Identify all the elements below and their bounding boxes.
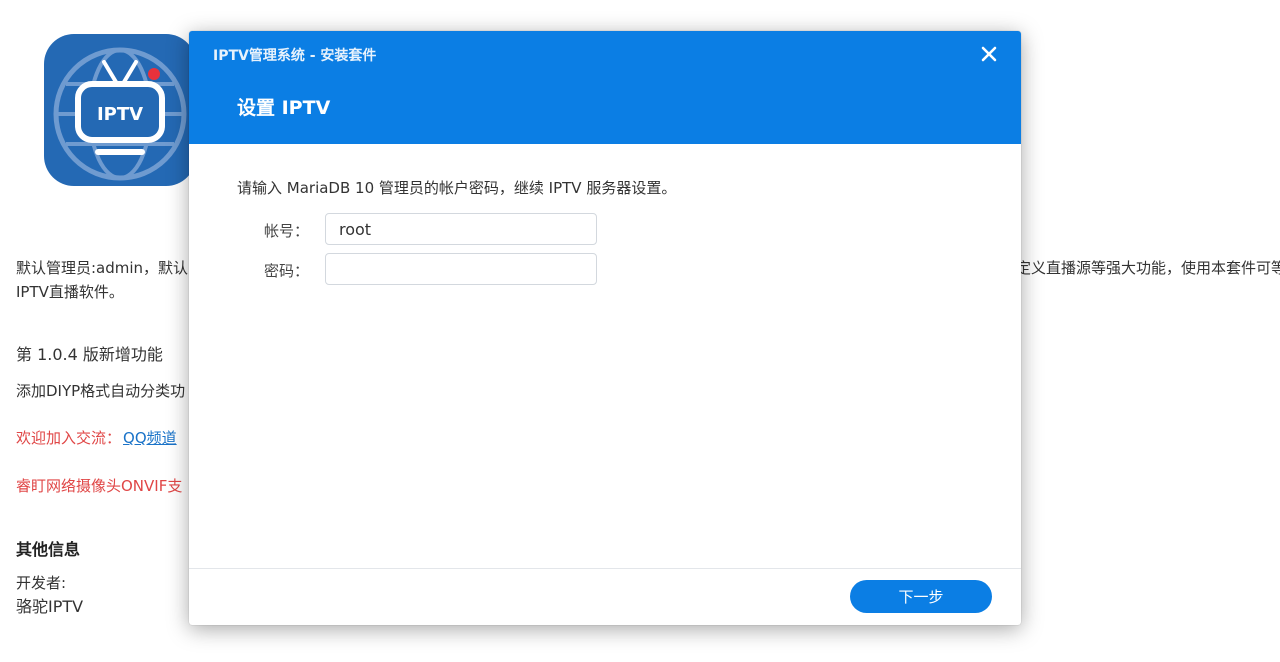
join-label: 欢迎加入交流： <box>16 429 122 447</box>
qq-channel-link[interactable]: QQ频道 <box>123 429 177 447</box>
dialog-caption: IPTV管理系统 - 安装套件 <box>213 48 377 64</box>
password-label: 密码： <box>263 262 309 280</box>
description-text-right: 定义直播源等强大功能，使用本套件可等 <box>1016 259 1280 277</box>
app-icon-text: IPTV <box>97 104 143 125</box>
dialog-title: 设置 IPTV <box>237 97 331 119</box>
close-icon[interactable] <box>979 44 999 64</box>
developer-label: 开发者: <box>16 574 67 592</box>
other-info-heading: 其他信息 <box>16 540 81 559</box>
account-label: 帐号： <box>263 222 309 240</box>
dialog-header: IPTV管理系统 - 安装套件 设置 IPTV <box>189 31 1021 144</box>
join-community-text: 欢迎加入交流： QQ频道 <box>16 426 177 450</box>
dialog-body: 请输入 MariaDB 10 管理员的帐户密码，继续 IPTV 服务器设置。 帐… <box>189 144 1021 568</box>
description-text-2: IPTV直播软件。 <box>16 283 124 301</box>
camera-promo-text: 睿盯网络摄像头ONVIF支 <box>16 477 183 495</box>
feature-text: 添加DIYP格式自动分类功 <box>16 382 186 400</box>
instruction-text: 请输入 MariaDB 10 管理员的帐户密码，继续 IPTV 服务器设置。 <box>237 179 677 197</box>
next-button[interactable]: 下一步 <box>850 580 992 613</box>
install-wizard-dialog: IPTV管理系统 - 安装套件 设置 IPTV 请输入 MariaDB 10 管… <box>189 31 1021 625</box>
tv-globe-icon: IPTV <box>53 47 187 181</box>
version-heading: 第 1.0.4 版新增功能 <box>16 345 163 364</box>
account-input[interactable] <box>325 213 597 245</box>
package-center-page: IPTV 默认管理员:admin，默认 定义直播源等强大功能，使用本套件可等 I… <box>0 0 1280 662</box>
description-text: 默认管理员:admin，默认 <box>16 259 189 277</box>
password-input[interactable] <box>325 253 597 285</box>
developer-name: 骆驼IPTV <box>16 597 84 616</box>
iptv-app-icon: IPTV <box>44 34 196 186</box>
dialog-footer: 下一步 <box>189 568 1021 625</box>
